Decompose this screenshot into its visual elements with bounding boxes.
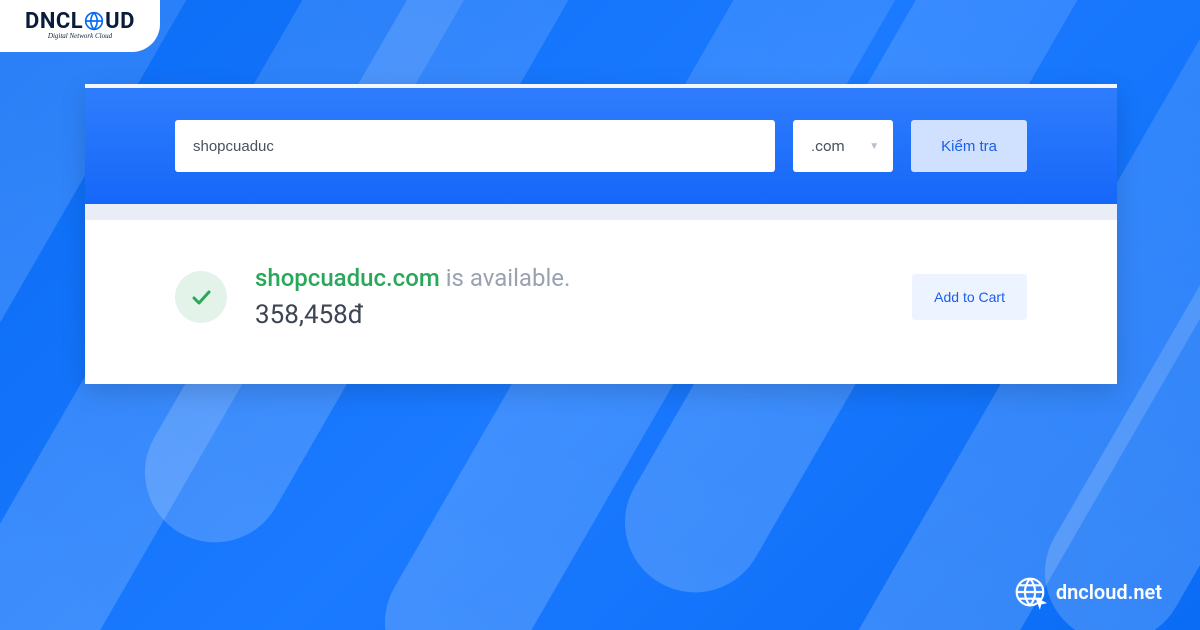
- add-to-cart-button[interactable]: Add to Cart: [912, 274, 1027, 320]
- panel-divider: [85, 204, 1117, 220]
- tld-selected-value: .com: [811, 137, 845, 155]
- chevron-down-icon: ▼: [869, 141, 879, 152]
- domain-input[interactable]: [175, 120, 775, 172]
- brand-name-prefix: DNCL: [25, 9, 83, 34]
- tld-select[interactable]: .com ▼: [793, 120, 893, 172]
- result-text: shopcuaduc.com is available. 358,458đ: [255, 264, 912, 330]
- brand-logo-badge: DNCL UD Digital Network Cloud: [0, 0, 160, 52]
- brand-tagline: Digital Network Cloud: [48, 32, 112, 40]
- result-domain: shopcuaduc.com: [255, 264, 440, 292]
- brand-name-suffix: UD: [105, 9, 135, 34]
- search-bar: .com ▼ Kiểm tra: [85, 88, 1117, 204]
- result-panel: shopcuaduc.com is available. 358,458đ Ad…: [85, 220, 1117, 384]
- result-price: 358,458đ: [255, 300, 912, 330]
- footer-site: dncloud.net: [1056, 580, 1162, 604]
- check-button[interactable]: Kiểm tra: [911, 120, 1027, 172]
- footer-brand: dncloud.net: [1014, 576, 1162, 608]
- result-availability-line: shopcuaduc.com is available.: [255, 264, 912, 292]
- globe-cursor-icon: [1014, 576, 1046, 608]
- globe-icon: [84, 11, 104, 31]
- domain-search-card: .com ▼ Kiểm tra shopcuaduc.com is availa…: [85, 84, 1117, 384]
- brand-logo: DNCL UD: [25, 9, 135, 34]
- result-status: is available.: [446, 264, 571, 292]
- checkmark-icon: [175, 271, 227, 323]
